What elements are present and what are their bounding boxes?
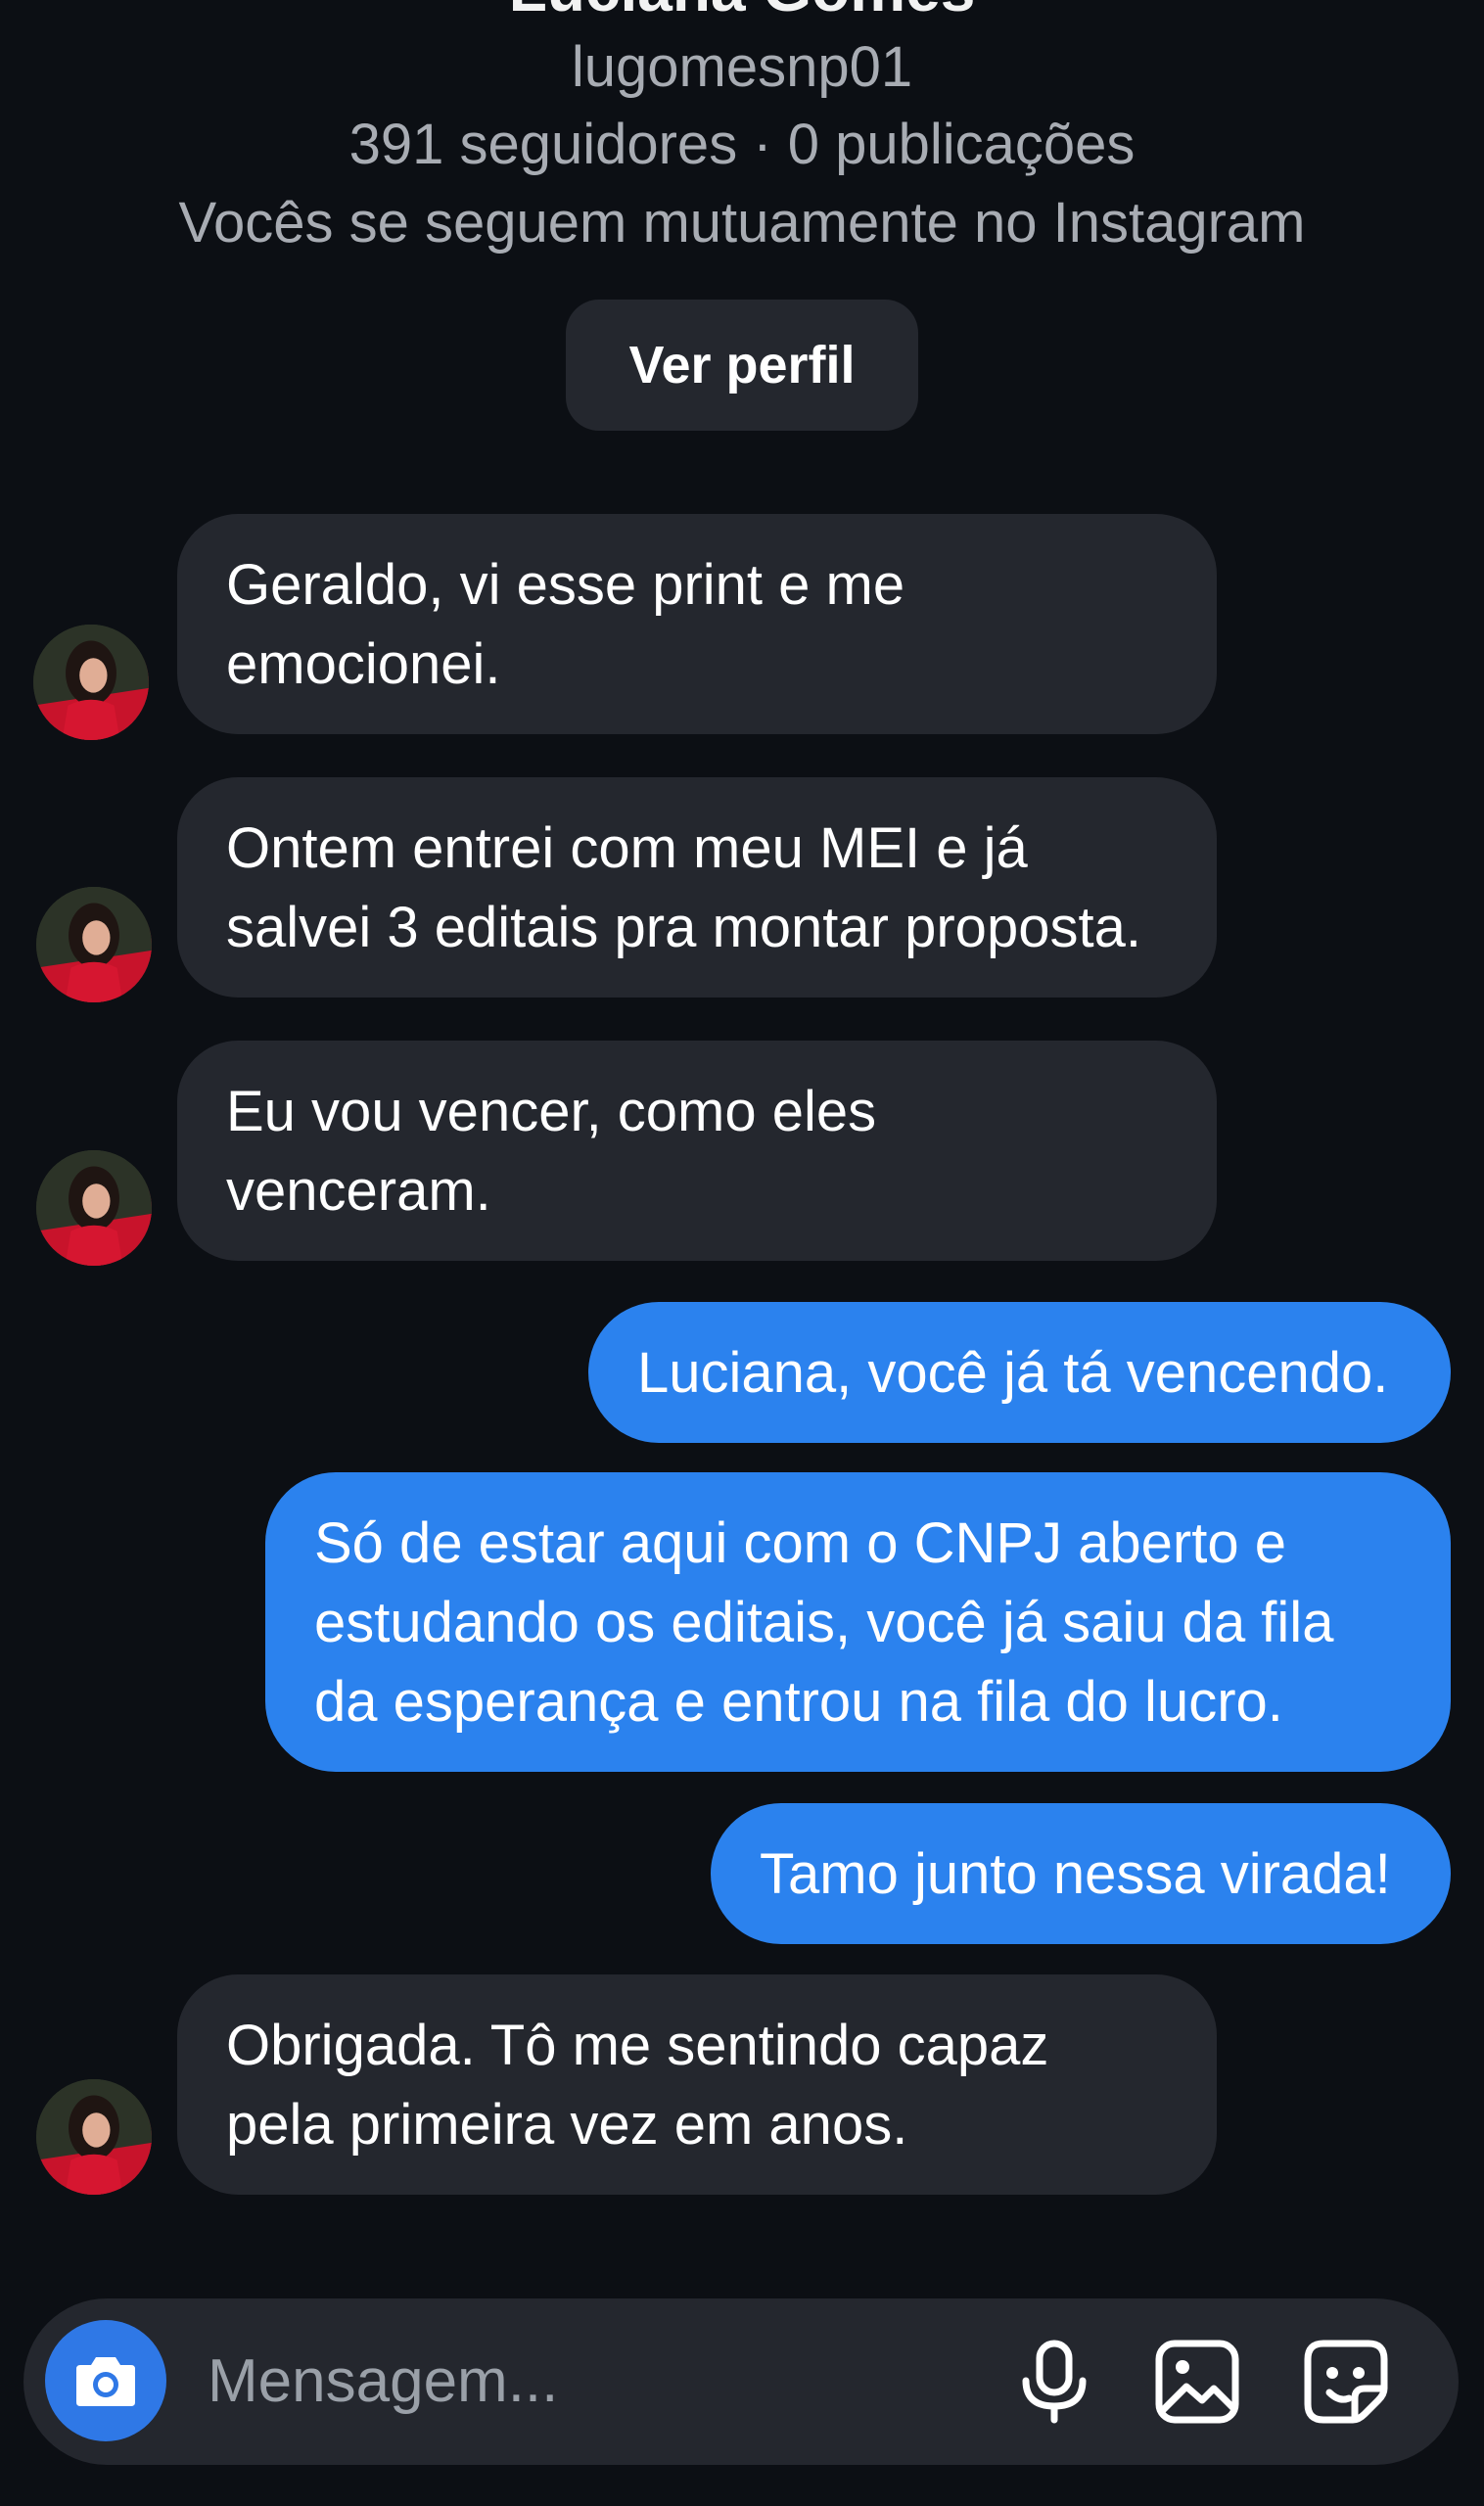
- contact-avatar[interactable]: [33, 625, 149, 740]
- profile-username: lugomesnp01: [571, 35, 913, 99]
- message-line: pela primeira vez em anos.: [226, 2092, 908, 2157]
- profile-stats: 391 seguidores · 0 publicações: [348, 113, 1136, 176]
- contact-avatar[interactable]: [36, 887, 152, 1002]
- contact-avatar[interactable]: [36, 1150, 152, 1266]
- incoming-message[interactable]: Eu vou vencer, como eles venceram.: [177, 1041, 1217, 1261]
- outgoing-message[interactable]: Luciana, você já tá vencendo.: [588, 1302, 1451, 1443]
- message-line: Só de estar aqui com o CNPJ aberto e: [314, 1510, 1286, 1575]
- contact-avatar[interactable]: [36, 2079, 152, 2195]
- camera-button[interactable]: [45, 2320, 166, 2441]
- sticker-icon[interactable]: [1302, 2338, 1390, 2426]
- camera-icon: [76, 2357, 135, 2406]
- message-line: emocionei.: [226, 631, 501, 696]
- view-profile-button[interactable]: Ver perfil: [566, 300, 918, 431]
- message-input[interactable]: [208, 2343, 951, 2421]
- message-line: salvei 3 editais pra montar proposta.: [226, 895, 1141, 959]
- message-line: estudando os editais, você já saiu da fi…: [314, 1590, 1334, 1654]
- gallery-icon[interactable]: [1153, 2338, 1241, 2426]
- microphone-icon[interactable]: [1010, 2338, 1098, 2426]
- incoming-message[interactable]: Geraldo, vi esse print e me emocionei.: [177, 514, 1217, 734]
- message-line: Tamo junto nessa virada!: [760, 1841, 1391, 1906]
- message-line: Luciana, você já tá vencendo.: [637, 1340, 1389, 1405]
- message-line: da esperança e entrou na fila do lucro.: [314, 1669, 1283, 1734]
- profile-name: Luciana Gomes: [0, 0, 1484, 23]
- incoming-message[interactable]: Ontem entrei com meu MEI e já salvei 3 e…: [177, 777, 1217, 998]
- message-line: Obrigada. Tô me sentindo capaz: [226, 2013, 1049, 2077]
- message-line: venceram.: [226, 1158, 491, 1223]
- message-line: Geraldo, vi esse print e me: [226, 552, 905, 617]
- mutual-follow-note: Vocês se seguem mutuamente no Instagram: [178, 191, 1306, 255]
- outgoing-message[interactable]: Tamo junto nessa virada!: [711, 1803, 1451, 1944]
- message-line: Eu vou vencer, como eles: [226, 1079, 877, 1143]
- message-line: Ontem entrei com meu MEI e já: [226, 815, 1028, 880]
- incoming-message[interactable]: Obrigada. Tô me sentindo capaz pela prim…: [177, 1974, 1217, 2195]
- outgoing-message[interactable]: Só de estar aqui com o CNPJ aberto e est…: [265, 1472, 1451, 1772]
